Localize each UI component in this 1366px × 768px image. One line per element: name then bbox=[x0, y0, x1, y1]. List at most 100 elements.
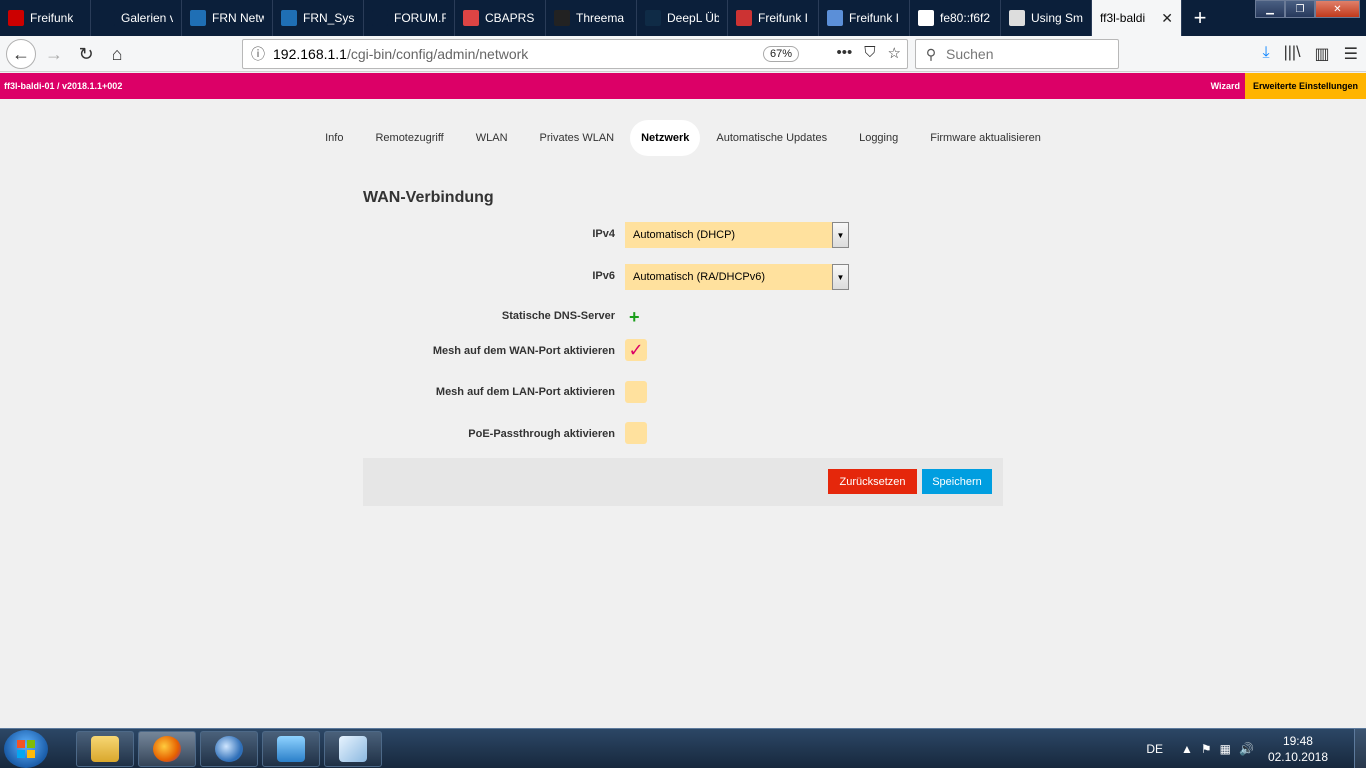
close-tab-icon[interactable]: ✕ bbox=[1161, 10, 1173, 27]
taskbar-explorer[interactable] bbox=[76, 731, 134, 767]
tab-automatische-updates[interactable]: Automatische Updates bbox=[700, 120, 843, 156]
show-hidden-icons-icon[interactable]: ▲ bbox=[1181, 742, 1193, 756]
map-icon bbox=[827, 10, 843, 26]
freifunk-icon bbox=[8, 10, 24, 26]
bookmark-star-icon[interactable]: ☆ bbox=[888, 44, 901, 62]
url-path: /cgi-bin/config/admin/network bbox=[346, 46, 529, 62]
tab-info[interactable]: Info bbox=[309, 120, 359, 156]
ipv6-label: IPv6 bbox=[592, 270, 615, 282]
notepad-icon bbox=[339, 736, 367, 762]
wordpress-icon bbox=[1009, 10, 1025, 26]
tab-label: FRN_Sysn bbox=[303, 11, 355, 25]
mesh-wan-checkbox[interactable]: ✓ bbox=[625, 339, 647, 361]
freifunk-icon bbox=[736, 10, 752, 26]
back-button[interactable]: ← bbox=[6, 39, 36, 69]
sidebar-icon[interactable]: ▥ bbox=[1315, 44, 1330, 64]
dns-label: Statische DNS-Server bbox=[501, 310, 615, 322]
save-button[interactable]: Speichern bbox=[922, 469, 992, 494]
tray-icons: ▲ ⚑ ▦ 🔊 bbox=[1181, 742, 1254, 756]
browser-tab[interactable]: DeepL Üb bbox=[637, 0, 728, 36]
tab-logging[interactable]: Logging bbox=[843, 120, 914, 156]
search-icon: ⚲ bbox=[925, 45, 937, 62]
browser-tab-strip: Freifunk Galerien verw FRN Netw FRN_Sysn FO… bbox=[0, 0, 1366, 36]
taskbar-firefox[interactable] bbox=[138, 731, 196, 767]
poe-label: PoE-Passthrough aktivieren bbox=[468, 428, 615, 440]
tab-remotezugriff[interactable]: Remotezugriff bbox=[359, 120, 459, 156]
clock-time: 19:48 bbox=[1282, 734, 1313, 748]
browser-tab[interactable]: Galerien verw bbox=[91, 0, 182, 36]
taskbar-thunderbird[interactable] bbox=[200, 731, 258, 767]
clock-date: 02.10.2018 bbox=[1267, 750, 1328, 764]
forward-button[interactable]: → bbox=[40, 40, 68, 68]
tab-wlan[interactable]: WLAN bbox=[460, 120, 524, 156]
deepl-icon bbox=[645, 10, 661, 26]
clock[interactable]: 19:48 02.10.2018 bbox=[1268, 733, 1328, 765]
firefox-icon bbox=[153, 736, 181, 762]
browser-tab[interactable]: Threema bbox=[546, 0, 637, 36]
wizard-link[interactable]: Wizard bbox=[1211, 81, 1240, 91]
maximize-icon[interactable]: ❐ bbox=[1285, 0, 1315, 18]
browser-tab[interactable]: FRN Netw bbox=[182, 0, 273, 36]
pocket-icon[interactable]: ⛉ bbox=[864, 44, 875, 62]
reload-icon: ↻ bbox=[78, 43, 94, 64]
start-button[interactable] bbox=[4, 730, 48, 768]
browser-tab[interactable]: FORUM.FREE bbox=[364, 0, 455, 36]
ipv4-select[interactable]: Automatisch (DHCP) ▼ bbox=[625, 222, 849, 248]
volume-icon[interactable]: 🔊 bbox=[1239, 742, 1254, 756]
browser-tab[interactable]: Freifunk I bbox=[728, 0, 819, 36]
tab-netzwerk[interactable]: Netzwerk bbox=[630, 120, 701, 156]
home-icon: ⌂ bbox=[111, 43, 123, 64]
action-center-icon[interactable]: ⚑ bbox=[1201, 742, 1212, 756]
mesh-wan-label: Mesh auf dem WAN-Port aktivieren bbox=[432, 345, 615, 357]
mesh-lan-checkbox[interactable] bbox=[625, 381, 647, 403]
browser-tab[interactable]: CBAPRS bbox=[455, 0, 546, 36]
advanced-settings-link[interactable]: Erweiterte Einstellungen bbox=[1245, 73, 1366, 99]
tab-label: Freifunk I bbox=[758, 11, 809, 25]
menu-icon[interactable]: ☰ bbox=[1344, 44, 1358, 64]
browser-tab[interactable]: Freifunk bbox=[0, 0, 91, 36]
tab-label: FRN Netw bbox=[212, 11, 264, 25]
chevron-down-icon: ▼ bbox=[832, 222, 849, 248]
language-indicator[interactable]: DE bbox=[1146, 742, 1163, 756]
url-host: 192.168.1.1 bbox=[273, 46, 347, 62]
add-dns-server-icon[interactable]: + bbox=[629, 308, 640, 326]
home-button[interactable]: ⌂ bbox=[103, 40, 131, 68]
taskbar-control-panel[interactable] bbox=[262, 731, 320, 767]
folder-icon bbox=[91, 736, 119, 762]
tab-privates-wlan[interactable]: Privates WLAN bbox=[524, 120, 631, 156]
show-desktop-button[interactable] bbox=[1354, 729, 1366, 768]
minimize-icon[interactable]: ▁ bbox=[1255, 0, 1285, 18]
config-menu: Info Remotezugriff WLAN Privates WLAN Netzwe… bbox=[0, 120, 1366, 156]
browser-tab[interactable]: Freifunk I bbox=[819, 0, 910, 36]
poe-checkbox[interactable] bbox=[625, 422, 647, 444]
browser-tab[interactable]: FRN_Sysn bbox=[273, 0, 364, 36]
download-icon[interactable]: ⤓ bbox=[1263, 44, 1270, 64]
page-actions-icon[interactable]: ••• bbox=[837, 44, 853, 62]
site-info-icon[interactable]: ⓘ bbox=[243, 44, 273, 64]
window-close-icon[interactable]: ✕ bbox=[1315, 0, 1360, 18]
back-arrow-icon: ← bbox=[12, 43, 30, 64]
zoom-indicator[interactable]: 67% bbox=[763, 46, 800, 62]
network-icon[interactable]: ▦ bbox=[1220, 742, 1231, 756]
tab-label: DeepL Üb bbox=[667, 11, 719, 25]
url-bar[interactable]: ⓘ 192.168.1.1/cgi-bin/config/admin/netwo… bbox=[242, 39, 908, 69]
tab-firmware-aktualisieren[interactable]: Firmware aktualisieren bbox=[914, 120, 1057, 156]
browser-tab-active[interactable]: ff3l-baldi ✕ bbox=[1092, 0, 1182, 36]
library-icon[interactable]: |||\ bbox=[1284, 44, 1301, 64]
reset-button[interactable]: Zurücksetzen bbox=[828, 469, 917, 494]
search-input[interactable]: ⚲ Suchen bbox=[915, 39, 1119, 69]
taskbar: DE ▲ ⚑ ▦ 🔊 19:48 02.10.2018 bbox=[0, 728, 1366, 768]
forward-arrow-icon: → bbox=[45, 43, 63, 64]
reload-button[interactable]: ↻ bbox=[72, 40, 100, 68]
browser-tab[interactable]: fe80::f6f2 bbox=[910, 0, 1001, 36]
ipv6-value: Automatisch (RA/DHCPv6) bbox=[633, 271, 766, 283]
new-tab-button[interactable]: + bbox=[1182, 0, 1218, 36]
router-header: ff3l-baldi-01 / v2018.1.1+002 Wizard Erw… bbox=[0, 73, 1366, 99]
windows-logo-icon bbox=[17, 740, 35, 758]
ipv6-select[interactable]: Automatisch (RA/DHCPv6) ▼ bbox=[625, 264, 849, 290]
taskbar-app[interactable] bbox=[324, 731, 382, 767]
tab-label: Threema bbox=[576, 11, 625, 25]
tab-list: Freifunk Galerien verw FRN Netw FRN_Sysn FO… bbox=[0, 0, 1092, 36]
frn-icon bbox=[190, 10, 206, 26]
browser-tab[interactable]: Using Sm bbox=[1001, 0, 1092, 36]
